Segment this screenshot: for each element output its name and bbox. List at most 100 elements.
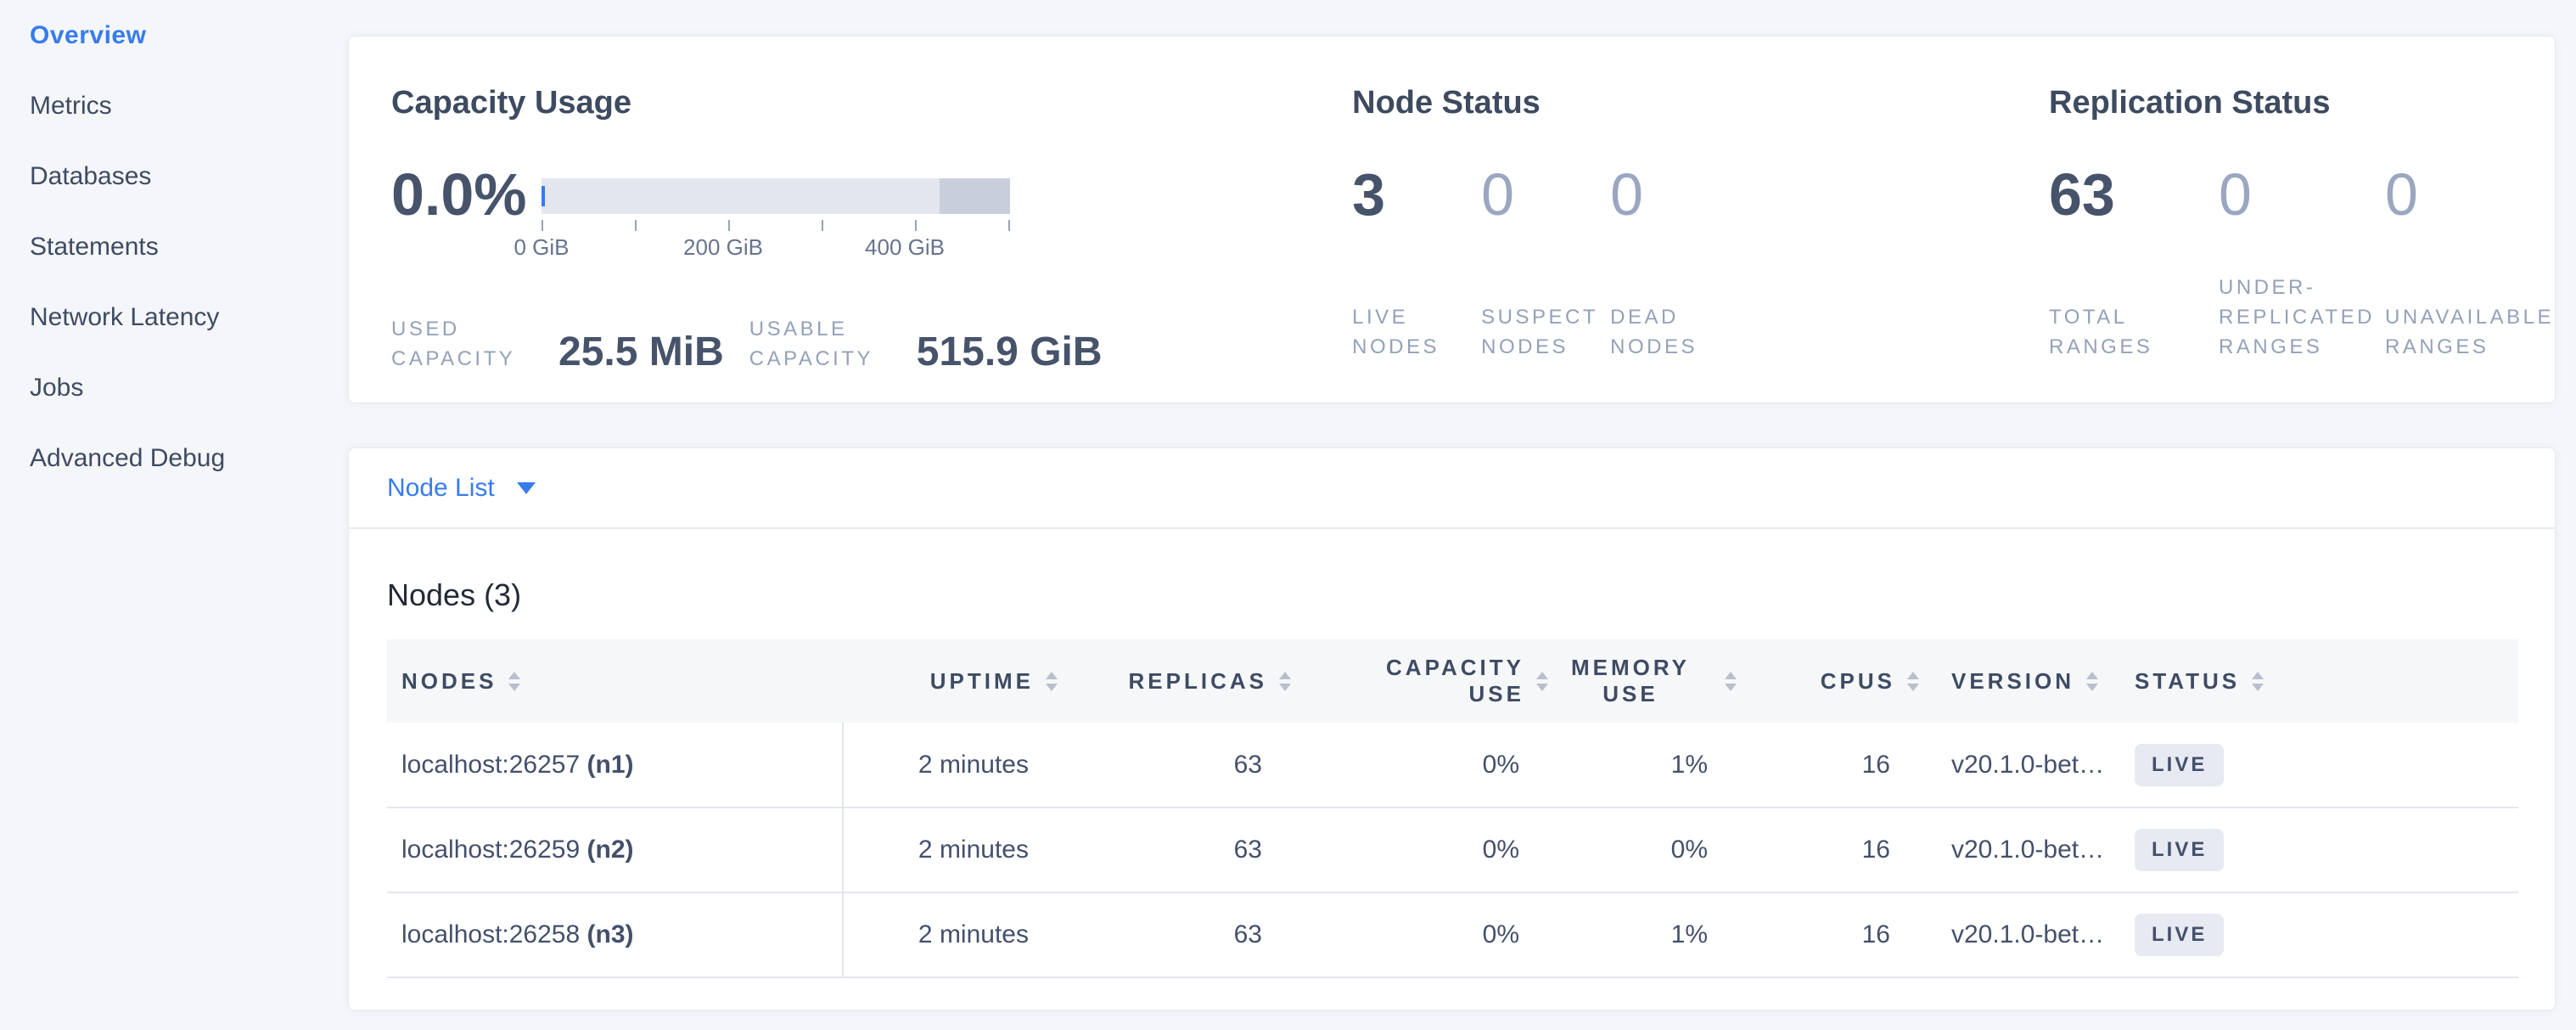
- column-label: CAPACITY USE: [1372, 655, 1524, 707]
- node-status-stats: 3 LIVE NODES 0 SUSPECT NODES 0 DEAD NODE…: [1352, 165, 2049, 362]
- node-status-section: Node Status 3 LIVE NODES 0 SUSPECT NODES…: [1352, 83, 2049, 402]
- node-link[interactable]: localhost:26257 (n1): [401, 751, 634, 779]
- live-nodes-stat: 3 LIVE NODES: [1352, 165, 1481, 362]
- uptime-cell: 2 minutes: [843, 892, 1058, 977]
- dead-nodes-label: DEAD NODES: [1610, 302, 1739, 362]
- replication-status-title: Replication Status: [2049, 83, 2555, 122]
- node-link[interactable]: localhost:26258 (n3): [401, 920, 634, 948]
- status-badge: LIVE: [2135, 829, 2224, 871]
- sort-icon: [1536, 672, 1548, 691]
- replicas-cell: 63: [1058, 808, 1291, 892]
- axis-label-0: 0 GiB: [514, 234, 569, 261]
- column-header-cpus[interactable]: CPUS: [1737, 639, 1919, 723]
- usable-capacity-value: 515.9 GiB: [917, 331, 1103, 374]
- column-header-nodes[interactable]: NODES: [387, 639, 843, 723]
- capacity-use-cell: 0%: [1291, 808, 1548, 892]
- replication-status-stats: 63 TOTAL RANGES 0 UNDER-REPLICATED RANGE…: [2049, 165, 2555, 362]
- used-capacity-label: USED CAPACITY: [391, 314, 540, 374]
- sort-icon: [1907, 672, 1919, 691]
- chevron-down-icon: [517, 482, 536, 494]
- capacity-usage-title: Capacity Usage: [391, 83, 1352, 122]
- capacity-bar-reserved-segment: [940, 178, 1010, 214]
- unavailable-ranges-label: UNAVAILABLE RANGES: [2385, 302, 2555, 362]
- sort-icon: [2252, 672, 2264, 691]
- nodes-table-title: Nodes (3): [387, 577, 2517, 614]
- column-label: NODES: [401, 668, 497, 695]
- capacity-axis-ticks: [542, 220, 1010, 231]
- sidebar-nav-list: Overview Metrics Databases Statements Ne…: [30, 0, 348, 493]
- table-row-n3: localhost:26258 (n3) 2 minutes 63 0% 1% …: [387, 892, 2518, 977]
- axis-tick: [822, 220, 823, 231]
- used-capacity-stat: USED CAPACITY 25.5 MiB: [391, 314, 724, 374]
- axis-label-200: 200 GiB: [683, 234, 763, 261]
- node-list-panel: Node List Nodes (3) NODES UPTIME REPLIC: [348, 447, 2556, 1010]
- version-cell: v20.1.0-bet…: [1919, 723, 2135, 808]
- column-label: MEMORY USE: [1548, 655, 1713, 707]
- column-header-status[interactable]: STATUS: [2135, 639, 2518, 723]
- node-id: (n1): [587, 751, 634, 779]
- uptime-cell: 2 minutes: [843, 808, 1058, 892]
- status-badge: LIVE: [2135, 744, 2224, 786]
- capacity-bar-used-marker: [542, 186, 545, 206]
- status-cell: LIVE: [2135, 892, 2518, 977]
- under-replicated-ranges-label: UNDER-REPLICATED RANGES: [2219, 273, 2385, 362]
- axis-tick: [542, 220, 543, 231]
- column-header-replicas[interactable]: REPLICAS: [1058, 639, 1291, 723]
- sidebar-item-statements[interactable]: Statements: [30, 211, 348, 282]
- capacity-stats: USED CAPACITY 25.5 MiB USABLE CAPACITY 5…: [391, 314, 1352, 374]
- sort-icon: [2086, 672, 2098, 691]
- sidebar-item-network-latency[interactable]: Network Latency: [30, 282, 348, 352]
- column-label: UPTIME: [930, 668, 1034, 695]
- node-list-dropdown[interactable]: Node List: [349, 448, 2555, 529]
- column-label: STATUS: [2135, 668, 2240, 695]
- node-address: localhost:26257: [401, 751, 580, 779]
- suspect-nodes-stat: 0 SUSPECT NODES: [1481, 165, 1610, 362]
- total-ranges-value: 63: [2049, 165, 2219, 224]
- sort-icon: [1279, 672, 1291, 691]
- dead-nodes-value: 0: [1610, 165, 1739, 224]
- sidebar-item-jobs[interactable]: Jobs: [30, 352, 348, 423]
- sidebar-item-databases[interactable]: Databases: [30, 141, 348, 211]
- capacity-bar-track: [542, 178, 1010, 214]
- suspect-nodes-label: SUSPECT NODES: [1481, 302, 1610, 362]
- used-capacity-value: 25.5 MiB: [558, 331, 724, 374]
- column-header-memory-use[interactable]: MEMORY USE: [1548, 639, 1737, 723]
- replication-status-section: Replication Status 63 TOTAL RANGES 0 UND…: [2049, 83, 2555, 402]
- live-nodes-label: LIVE NODES: [1352, 302, 1481, 362]
- node-id: (n2): [587, 836, 634, 864]
- axis-label-400: 400 GiB: [865, 234, 945, 261]
- nodes-table: NODES UPTIME REPLICAS CAPACITY USE MEMOR…: [387, 639, 2518, 978]
- under-replicated-ranges-stat: 0 UNDER-REPLICATED RANGES: [2219, 165, 2385, 362]
- under-replicated-ranges-value: 0: [2219, 165, 2385, 224]
- column-header-version[interactable]: VERSION: [1919, 639, 2135, 723]
- uptime-cell: 2 minutes: [843, 723, 1058, 808]
- node-address-cell: localhost:26258 (n3): [387, 892, 843, 977]
- sidebar-item-advanced-debug[interactable]: Advanced Debug: [30, 423, 348, 493]
- capacity-usage-section: Capacity Usage 0.0% 0 GiB 200 GiB 400 Gi…: [391, 83, 1352, 402]
- column-label: REPLICAS: [1129, 668, 1267, 695]
- sidebar-item-metrics[interactable]: Metrics: [30, 70, 348, 141]
- version-cell: v20.1.0-bet…: [1919, 892, 2135, 977]
- column-header-uptime[interactable]: UPTIME: [843, 639, 1058, 723]
- column-label: VERSION: [1951, 668, 2074, 695]
- node-status-title: Node Status: [1352, 83, 2049, 122]
- table-row-n2: localhost:26259 (n2) 2 minutes 63 0% 0% …: [387, 808, 2518, 892]
- table-row-n1: localhost:26257 (n1) 2 minutes 63 0% 1% …: [387, 723, 2518, 808]
- replicas-cell: 63: [1058, 892, 1291, 977]
- replicas-cell: 63: [1058, 723, 1291, 808]
- status-cell: LIVE: [2135, 808, 2518, 892]
- dead-nodes-stat: 0 DEAD NODES: [1610, 165, 1739, 362]
- usable-capacity-label: USABLE CAPACITY: [749, 314, 898, 374]
- cpus-cell: 16: [1737, 808, 1919, 892]
- axis-tick: [1008, 220, 1010, 231]
- version-cell: v20.1.0-bet…: [1919, 808, 2135, 892]
- axis-tick: [915, 220, 917, 231]
- sidebar-item-overview[interactable]: Overview: [30, 0, 348, 70]
- node-link[interactable]: localhost:26259 (n2): [401, 836, 634, 864]
- column-header-capacity-use[interactable]: CAPACITY USE: [1291, 639, 1548, 723]
- node-address: localhost:26258: [401, 920, 580, 948]
- unavailable-ranges-value: 0: [2385, 165, 2555, 224]
- header-row: NODES UPTIME REPLICAS CAPACITY USE MEMOR…: [387, 639, 2518, 723]
- status-badge: LIVE: [2135, 914, 2224, 956]
- capacity-bar-chart: 0 GiB 200 GiB 400 GiB: [542, 178, 1010, 260]
